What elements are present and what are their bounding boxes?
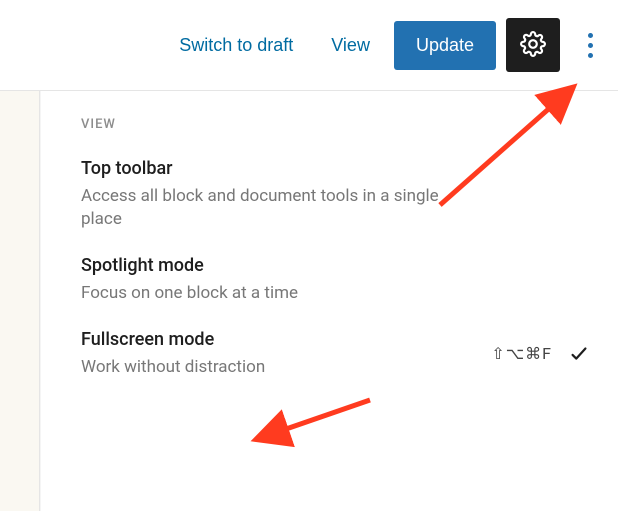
options-dropdown-panel: VIEW Top toolbar Access all block and do…	[40, 91, 618, 511]
menu-item-desc: Focus on one block at a time	[81, 282, 451, 305]
menu-item-fullscreen-mode[interactable]: Fullscreen mode Work without distraction…	[81, 329, 590, 379]
kebab-icon	[588, 33, 593, 58]
more-options-button[interactable]	[570, 18, 610, 72]
menu-item-title: Top toolbar	[81, 158, 590, 179]
editor-canvas-edge	[0, 91, 40, 511]
settings-button[interactable]	[506, 18, 560, 72]
switch-to-draft-button[interactable]: Switch to draft	[165, 25, 307, 66]
editor-toolbar: Switch to draft View Update	[0, 0, 618, 91]
check-icon	[568, 343, 590, 365]
update-button[interactable]: Update	[394, 21, 496, 70]
menu-item-title: Fullscreen mode	[81, 329, 265, 350]
menu-item-title: Spotlight mode	[81, 255, 590, 276]
gear-icon	[520, 31, 546, 60]
menu-section-label: VIEW	[81, 117, 590, 132]
view-button[interactable]: View	[317, 25, 384, 66]
menu-item-desc: Work without distraction	[81, 356, 265, 379]
menu-item-desc: Access all block and document tools in a…	[81, 185, 451, 231]
menu-item-top-toolbar[interactable]: Top toolbar Access all block and documen…	[81, 158, 590, 231]
menu-item-spotlight-mode[interactable]: Spotlight mode Focus on one block at a t…	[81, 255, 590, 305]
keyboard-shortcut: ⇧⌥⌘F	[491, 344, 552, 363]
